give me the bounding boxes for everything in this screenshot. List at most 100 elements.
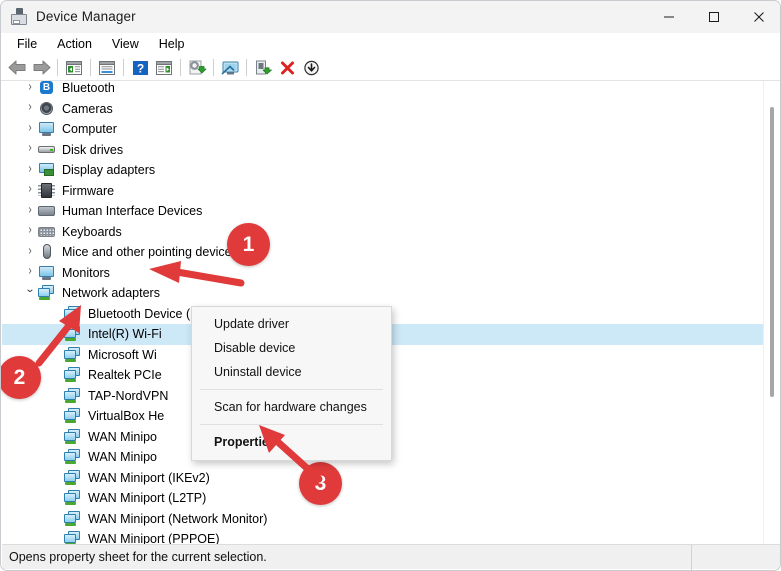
- tree-item[interactable]: › Keyboards: [2, 222, 764, 243]
- tree-item-label: WAN Miniport (PPPOE): [88, 532, 220, 545]
- context-menu-separator: [200, 389, 383, 390]
- tree-item[interactable]: WAN Miniport (L2TP): [2, 488, 764, 509]
- tree-item[interactable]: WAN Miniport (IKEv2): [2, 468, 764, 489]
- tree-item-label: Human Interface Devices: [62, 204, 203, 219]
- chevron-right-icon[interactable]: ›: [22, 162, 38, 176]
- chevron-right-icon[interactable]: ›: [22, 121, 38, 135]
- tree-item-label: Disk drives: [62, 142, 124, 157]
- tree-item-label: WAN Miniport (Network Monitor): [88, 511, 268, 526]
- monitor-icon: [38, 265, 56, 281]
- toolbar-separator: [57, 59, 58, 76]
- chevron-right-icon[interactable]: ›: [22, 224, 38, 238]
- tree-item[interactable]: WAN Miniport (Network Monitor): [2, 509, 764, 530]
- disk-drive-icon: [38, 142, 56, 158]
- show-hide-console-tree-icon[interactable]: [62, 57, 86, 79]
- close-icon[interactable]: [736, 1, 780, 33]
- tree-item-label: Display adapters: [62, 163, 156, 178]
- toolbar-separator: [90, 59, 91, 76]
- chevron-right-icon[interactable]: ›: [22, 183, 38, 197]
- tree-item-label: Monitors: [62, 265, 110, 280]
- human-interface-device-icon: [38, 203, 56, 219]
- disable-device-icon[interactable]: [299, 57, 323, 79]
- chevron-right-icon[interactable]: ›: [22, 142, 38, 156]
- annotation-arrow-2: [35, 305, 81, 367]
- menu-item-help[interactable]: Help: [149, 35, 195, 53]
- status-secondary-pane: [692, 545, 780, 570]
- update-driver-icon[interactable]: [185, 57, 209, 79]
- chevron-right-icon[interactable]: ›: [22, 203, 38, 217]
- camera-icon: [38, 101, 56, 117]
- menu-item-view[interactable]: View: [102, 35, 149, 53]
- scan-for-hardware-changes-icon[interactable]: [218, 57, 242, 79]
- context-menu-item-disable-device[interactable]: Disable device: [192, 336, 391, 360]
- network-adapter-icon: [64, 428, 82, 445]
- tree-item-label: Realtek PCIe: [88, 368, 162, 383]
- network-adapter-icon: [64, 490, 82, 506]
- tree-item-label: WAN Miniport (L2TP): [88, 491, 207, 506]
- tree-item[interactable]: › Computer: [2, 119, 764, 140]
- tree-item[interactable]: › Monitors: [2, 263, 764, 284]
- enable-device-icon[interactable]: [251, 57, 275, 79]
- tree-item[interactable]: › Human Interface Devices: [2, 201, 764, 222]
- tree-item-label: Mice and other pointing devices: [62, 245, 238, 260]
- network-adapter-icon: [64, 531, 82, 545]
- context-menu-item-uninstall-device[interactable]: Uninstall device: [192, 360, 391, 384]
- maximize-icon[interactable]: [691, 1, 736, 33]
- tree-item-label: Keyboards: [62, 224, 122, 239]
- chevron-right-icon[interactable]: ›: [22, 81, 38, 94]
- context-menu-item-update-driver[interactable]: Update driver: [192, 312, 391, 336]
- forward-icon[interactable]: [29, 57, 53, 79]
- tree-item[interactable]: › Display adapters: [2, 160, 764, 181]
- back-icon[interactable]: [5, 57, 29, 79]
- computer-icon: [38, 121, 56, 137]
- tree-item-label: Firmware: [62, 183, 115, 198]
- minimize-icon[interactable]: [646, 1, 691, 33]
- uninstall-device-icon[interactable]: [275, 57, 299, 79]
- vertical-scrollbar-thumb[interactable]: [770, 107, 774, 397]
- toolbar-separator: [246, 59, 247, 76]
- tree-item-label: VirtualBox He: [88, 409, 165, 424]
- device-manager-window: Device Manager File Action View Help ? ›…: [0, 0, 781, 571]
- tree-item-label: WAN Minipo: [88, 450, 157, 465]
- chevron-right-icon[interactable]: ›: [22, 101, 38, 115]
- mouse-icon: [38, 244, 56, 260]
- firmware-icon: [38, 182, 56, 199]
- annotation-arrow-1: [149, 261, 245, 287]
- network-adapter-icon: [64, 408, 82, 424]
- status-bar: Opens property sheet for the current sel…: [2, 544, 780, 570]
- toolbar-separator: [123, 59, 124, 76]
- chevron-right-icon[interactable]: ›: [22, 265, 38, 279]
- context-menu-item-scan-for-hardware-changes[interactable]: Scan for hardware changes: [192, 395, 391, 419]
- chevron-right-icon[interactable]: ›: [22, 244, 38, 258]
- network-adapter-icon: [64, 469, 82, 486]
- menu-bar: File Action View Help: [1, 33, 780, 55]
- tree-item[interactable]: › Mice and other pointing devices: [2, 242, 764, 263]
- menu-item-action[interactable]: Action: [47, 35, 102, 53]
- tree-item-label: Bluetooth: [62, 81, 115, 96]
- svg-text:?: ?: [136, 61, 143, 75]
- tree-item[interactable]: › Disk drives: [2, 140, 764, 161]
- help-icon[interactable]: ?: [128, 57, 152, 79]
- tree-item-label: TAP-NordVPN: [88, 388, 169, 403]
- annotation-badge-2-number: 2: [13, 365, 26, 389]
- tree-item[interactable]: › B Bluetooth: [2, 81, 764, 99]
- keyboard-icon: [38, 224, 56, 240]
- tree-item[interactable]: ⌄ Network adapters: [2, 283, 764, 304]
- vertical-scrollbar[interactable]: [763, 81, 779, 545]
- tree-item[interactable]: › Firmware: [2, 181, 764, 202]
- device-manager-icon: [10, 7, 28, 26]
- tree-item-label: WAN Miniport (IKEv2): [88, 470, 210, 485]
- window-controls: [646, 1, 780, 33]
- tree-item-label: Intel(R) Wi-Fi: [88, 326, 162, 343]
- bluetooth-icon: B: [38, 81, 56, 96]
- tree-item-label: Microsoft Wi: [88, 347, 157, 362]
- menu-item-file[interactable]: File: [7, 35, 47, 53]
- tree-item[interactable]: › Cameras: [2, 99, 764, 120]
- properties-icon[interactable]: [95, 57, 119, 79]
- tree-item-label: WAN Minipo: [88, 429, 157, 444]
- tree-item[interactable]: WAN Miniport (PPPOE): [2, 529, 764, 545]
- toolbar-separator: [180, 59, 181, 76]
- show-hide-action-pane-icon[interactable]: [152, 57, 176, 79]
- status-message: Opens property sheet for the current sel…: [2, 544, 692, 570]
- network-adapter-icon: [64, 510, 82, 527]
